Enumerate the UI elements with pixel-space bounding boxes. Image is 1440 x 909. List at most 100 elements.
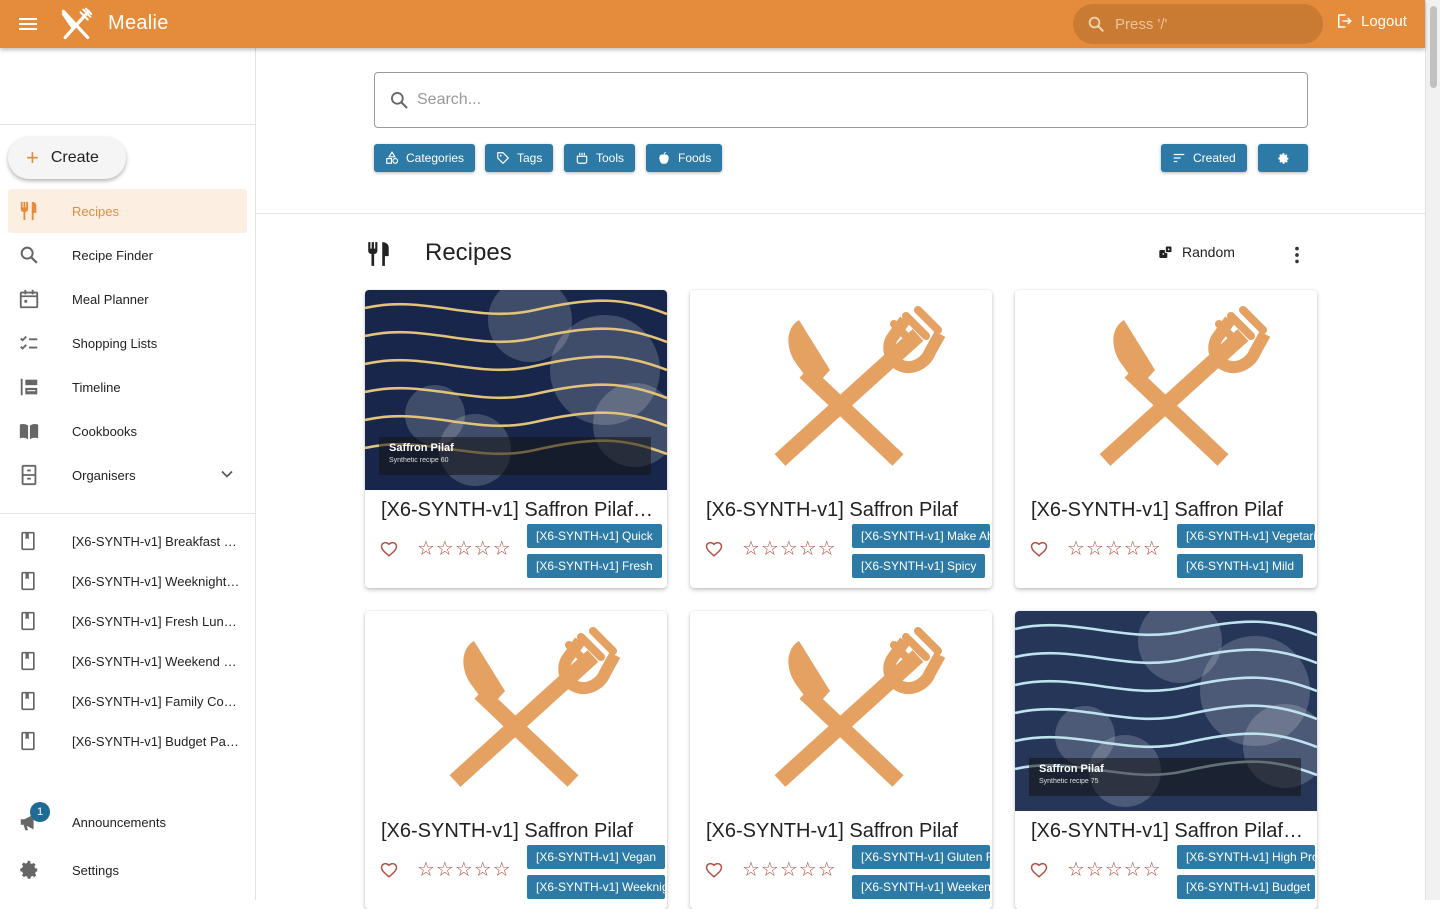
- sidebar-item-label: Organisers: [72, 467, 136, 483]
- recipe-tag[interactable]: [X6-SYNTH-v1] Vegetarian: [1177, 524, 1315, 548]
- sidebar-item-label: Meal Planner: [72, 291, 149, 307]
- announcements-badge: 1: [30, 802, 50, 822]
- favorite-heart-icon[interactable]: [380, 540, 398, 558]
- recipe-card[interactable]: [X6-SYNTH-v1] Saffron Pilaf ☆☆☆☆☆ [X6-SYNT…: [690, 290, 992, 588]
- cabinet-icon: [21, 464, 37, 486]
- rating-stars[interactable]: ☆☆☆☆☆: [417, 536, 512, 561]
- sidebar-item-recipe-finder[interactable]: Recipe Finder: [8, 233, 247, 277]
- recipe-search-input[interactable]: [417, 91, 1277, 109]
- search-icon: [391, 92, 408, 109]
- cookbook-label: [X6-SYNTH-v1] Budget Pantry: [72, 734, 242, 749]
- favorite-heart-icon[interactable]: [705, 861, 723, 879]
- sidebar-item-cookbooks[interactable]: Cookbooks: [8, 409, 247, 453]
- recipe-title[interactable]: [X6-SYNTH-v1] Saffron Pilaf: [381, 820, 653, 843]
- recipe-image[interactable]: [1015, 290, 1317, 490]
- global-search-input[interactable]: [1115, 15, 1295, 33]
- rating-stars[interactable]: ☆☆☆☆☆: [742, 536, 837, 561]
- recipe-image[interactable]: [690, 611, 992, 811]
- scrollbar-thumb[interactable]: [1430, 6, 1437, 88]
- filter-label: Foods: [678, 151, 712, 165]
- recipe-image[interactable]: [365, 611, 667, 811]
- recipe-tag[interactable]: [X6-SYNTH-v1] Vegan: [527, 845, 665, 869]
- recipe-image[interactable]: Saffron Pilaf Synthetic recipe 60: [365, 290, 667, 490]
- cookbook-item[interactable]: [X6-SYNTH-v1] Budget Pantry: [8, 721, 247, 761]
- recipe-tag[interactable]: [X6-SYNTH-v1] Spicy: [852, 554, 986, 578]
- sidebar-item-shopping-lists[interactable]: Shopping Lists: [8, 321, 247, 365]
- recipe-placeholder-icon: [690, 290, 992, 490]
- favorite-heart-icon[interactable]: [1030, 540, 1048, 558]
- gear-icon: [1277, 152, 1288, 164]
- recipe-title[interactable]: [X6-SYNTH-v1] Saffron Pilaf: [706, 820, 978, 843]
- cookbook-item[interactable]: [X6-SYNTH-v1] Breakfast Favorites: [8, 521, 247, 561]
- cookbook-item[interactable]: [X6-SYNTH-v1] Weeknight Dinners: [8, 561, 247, 601]
- recipe-tag[interactable]: [X6-SYNTH-v1] Weeknight: [527, 875, 665, 899]
- sidebar-item-label: Announcements: [72, 814, 166, 830]
- bookmark-book-icon: [21, 731, 35, 751]
- rating-stars[interactable]: ☆☆☆☆☆: [1067, 857, 1162, 882]
- global-search[interactable]: [1073, 4, 1323, 44]
- app-title[interactable]: Mealie: [108, 12, 169, 35]
- tags-filter-button[interactable]: Tags: [485, 144, 554, 172]
- rating-stars[interactable]: ☆☆☆☆☆: [742, 857, 837, 882]
- recipe-card[interactable]: [X6-SYNTH-v1] Saffron Pilaf ☆☆☆☆☆ [X6-SYNT…: [690, 611, 992, 909]
- logout-icon: [1338, 14, 1352, 28]
- recipe-card[interactable]: [X6-SYNTH-v1] Saffron Pilaf ☆☆☆☆☆ [X6-SYNT…: [1015, 290, 1317, 588]
- sort-icon: [1173, 153, 1185, 163]
- cookbook-item[interactable]: [X6-SYNTH-v1] Fresh Lunches: [8, 601, 247, 641]
- recipe-title[interactable]: [X6-SYNTH-v1] Saffron Pilaf: [706, 499, 978, 522]
- gear-icon: [20, 860, 38, 879]
- recipe-title[interactable]: [X6-SYNTH-v1] Saffron Pilaf: [1031, 499, 1303, 522]
- sidebar-item-meal-planner[interactable]: Meal Planner: [8, 277, 247, 321]
- menu-icon[interactable]: [16, 12, 40, 36]
- page-scrollbar[interactable]: [1425, 0, 1440, 900]
- recipe-image[interactable]: Saffron Pilaf Synthetic recipe 75: [1015, 611, 1317, 811]
- sidebar-item-recipes[interactable]: Recipes: [8, 189, 247, 233]
- timeline-icon: [20, 378, 38, 396]
- recipe-placeholder-icon: [690, 611, 992, 811]
- recipe-card[interactable]: [X6-SYNTH-v1] Saffron Pilaf ☆☆☆☆☆ [X6-SYNT…: [365, 611, 667, 909]
- tools-filter-button[interactable]: Tools: [564, 144, 636, 172]
- logout-button[interactable]: Logout: [1335, 12, 1407, 30]
- recipe-tag[interactable]: [X6-SYNTH-v1] Budget: [1177, 875, 1315, 899]
- cookbook-item[interactable]: [X6-SYNTH-v1] Weekend Projects: [8, 641, 247, 681]
- more-vert-icon[interactable]: [1286, 244, 1308, 266]
- recipe-card[interactable]: Saffron Pilaf Synthetic recipe 75 [X6-SYNT…: [1015, 611, 1317, 909]
- recipe-tag[interactable]: [X6-SYNTH-v1] Fresh: [527, 554, 662, 578]
- recipe-card[interactable]: Saffron Pilaf Synthetic recipe 60 [X6-SYNT…: [365, 290, 667, 588]
- sidebar-item-settings[interactable]: Settings: [8, 848, 247, 892]
- random-button[interactable]: Random: [1158, 244, 1235, 260]
- search-icon: [1088, 16, 1104, 32]
- favorite-heart-icon[interactable]: [705, 540, 723, 558]
- recipe-title[interactable]: [X6-SYNTH-v1] Saffron Pilaf 75: [1031, 820, 1303, 843]
- main-divider: [256, 213, 1425, 214]
- recipe-tag[interactable]: [X6-SYNTH-v1] Weekend: [852, 875, 990, 899]
- recipe-tag[interactable]: [X6-SYNTH-v1] Mild: [1177, 554, 1304, 578]
- utensils-icon: [368, 242, 389, 266]
- recipe-tag[interactable]: [X6-SYNTH-v1] Quick: [527, 524, 662, 548]
- recipe-tag[interactable]: [X6-SYNTH-v1] High Protein: [1177, 845, 1315, 869]
- rating-stars[interactable]: ☆☆☆☆☆: [417, 857, 512, 882]
- recipe-tag[interactable]: [X6-SYNTH-v1] Make Ahead: [852, 524, 990, 548]
- foods-filter-button[interactable]: Foods: [646, 144, 723, 172]
- sidebar-item-organisers[interactable]: Organisers: [8, 453, 247, 497]
- categories-filter-button[interactable]: Categories: [374, 144, 476, 172]
- recipe-tag[interactable]: [X6-SYNTH-v1] Gluten Free: [852, 845, 990, 869]
- chevron-down-icon[interactable]: [217, 464, 237, 484]
- sort-button[interactable]: Created: [1161, 144, 1247, 172]
- sidebar-item-timeline[interactable]: Timeline: [8, 365, 247, 409]
- filter-label: Categories: [406, 151, 465, 165]
- create-button[interactable]: + Create: [8, 137, 126, 179]
- pot-icon: [576, 152, 588, 164]
- recipe-search[interactable]: [374, 72, 1308, 128]
- search-settings-button[interactable]: [1258, 144, 1308, 172]
- filter-label: Tools: [596, 151, 625, 165]
- recipe-image[interactable]: [690, 290, 992, 490]
- favorite-heart-icon[interactable]: [1030, 861, 1048, 879]
- recipe-title[interactable]: [X6-SYNTH-v1] Saffron Pilaf 60: [381, 499, 653, 522]
- dice-icon: [1159, 245, 1173, 258]
- sidebar: + Create Recipes Recipe Finder Meal Plan…: [0, 48, 256, 900]
- rating-stars[interactable]: ☆☆☆☆☆: [1067, 536, 1162, 561]
- mealie-logo-icon[interactable]: [58, 6, 94, 42]
- cookbook-item[interactable]: [X6-SYNTH-v1] Family Cookbook: [8, 681, 247, 721]
- favorite-heart-icon[interactable]: [380, 861, 398, 879]
